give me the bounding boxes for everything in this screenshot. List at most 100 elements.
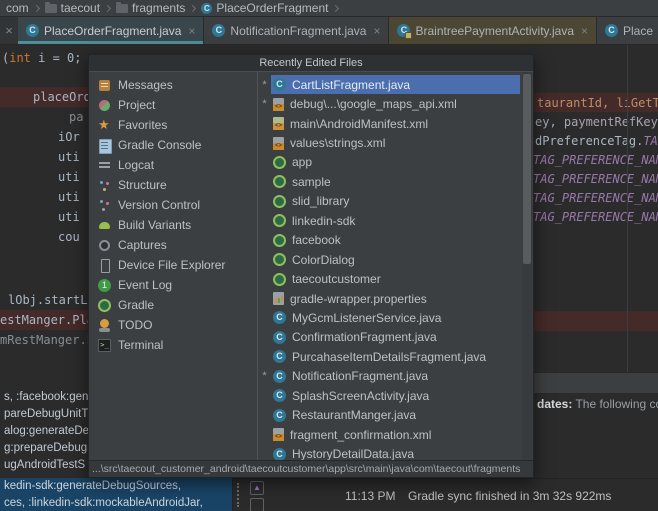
class-icon	[273, 330, 286, 344]
tool-window-structure[interactable]: Structure	[89, 175, 257, 195]
tool-window-logcat[interactable]: Logcat	[89, 155, 257, 175]
project-icon	[98, 99, 111, 112]
tool-window-version-control[interactable]: Version Control	[89, 195, 257, 215]
chevron-right-icon	[189, 4, 197, 12]
gradle-module-icon	[273, 194, 286, 208]
class-icon	[212, 24, 226, 37]
tab-place-partial[interactable]: Place	[597, 17, 658, 44]
code-line: mRestManger.P	[0, 333, 94, 347]
console-selected-line[interactable]: ces, :linkedin-sdk:mockableAndroidJar,	[0, 494, 233, 511]
todo-icon	[98, 318, 111, 332]
code-line: uti	[58, 170, 80, 184]
tab-braintreepaymentactivity-java[interactable]: BraintreePaymentActivity.java ×	[389, 17, 598, 44]
chevron-right-icon	[104, 4, 112, 12]
event-log-panel-header	[533, 372, 658, 394]
event-log-icon	[98, 278, 111, 292]
phone-icon	[98, 258, 111, 273]
file-row[interactable]: HystoryDetailData.java	[258, 444, 533, 460]
tool-window-messages[interactable]: Messages	[89, 75, 257, 95]
file-row[interactable]: RestaurantManger.java	[258, 405, 533, 424]
drag-handle[interactable]	[237, 483, 239, 507]
code-line: dPreferenceTag.TAG	[535, 134, 658, 148]
scroll-to-end-button[interactable]: ▲	[250, 481, 264, 495]
file-row[interactable]: ConfirmationFragment.java	[258, 328, 533, 347]
code-line: TAG_PREFERENCE_NAME	[533, 210, 658, 224]
tool-window-event-log[interactable]: Event Log	[89, 275, 257, 295]
tool-window-gradle-console[interactable]: Gradle Console	[89, 135, 257, 155]
code-line: lObj.startLo	[8, 293, 95, 307]
console-toolbar-button[interactable]	[250, 498, 264, 511]
gradle-module-icon	[273, 175, 286, 189]
breadcrumb-item-taecout[interactable]: taecout	[44, 1, 100, 15]
file-row[interactable]: *NotificationFragment.java	[258, 367, 533, 386]
file-row[interactable]: sample	[258, 172, 533, 191]
console-line: alog:generateDeb	[4, 425, 88, 437]
code-line: TAG_PREFERENCE_NAME	[533, 153, 658, 167]
file-row[interactable]: values\strings.xml	[258, 133, 533, 152]
console-line: s, :facebook:gen	[4, 391, 88, 403]
file-row[interactable]: gradle-wrapper.properties	[258, 289, 533, 308]
file-row[interactable]: linkedin-sdk	[258, 211, 533, 230]
highlighted-line	[533, 311, 658, 331]
code-line: pa	[69, 110, 84, 124]
file-row[interactable]: *CartListFragment.java	[258, 75, 533, 95]
tool-window-gradle[interactable]: Gradle	[89, 295, 257, 315]
breadcrumb-item-com[interactable]: com	[6, 1, 29, 15]
xml-file-icon	[273, 97, 284, 111]
code-line: TAG_PREFERENCE_NAME	[533, 191, 658, 205]
code-line: estManger.Pla	[0, 313, 94, 327]
file-row[interactable]: app	[258, 153, 533, 172]
tool-window-todo[interactable]: TODO	[89, 315, 257, 335]
close-icon[interactable]: ×	[0, 17, 18, 44]
class-icon	[273, 350, 286, 364]
status-time: 11:13 PM	[345, 489, 396, 503]
file-row[interactable]: *debug\...\google_maps_api.xml	[258, 94, 533, 113]
file-row[interactable]: taecoutcustomer	[258, 269, 533, 288]
file-row[interactable]: PurcahaseItemDetailsFragment.java	[258, 347, 533, 366]
file-row[interactable]: facebook	[258, 231, 533, 250]
divider	[232, 478, 233, 511]
captures-icon	[98, 239, 111, 252]
tool-window-project[interactable]: Project	[89, 95, 257, 115]
tool-window-favorites[interactable]: Favorites	[89, 115, 257, 135]
popup-body: Messages Project Favorites Gradle Consol…	[89, 72, 533, 460]
tab-close-icon[interactable]: ×	[581, 24, 588, 38]
scrollbar-thumb[interactable]	[523, 74, 531, 264]
tool-window-captures[interactable]: Captures	[89, 235, 257, 255]
breadcrumb: com taecout fragments PlaceOrderFragment	[0, 0, 658, 17]
tool-window-list: Messages Project Favorites Gradle Consol…	[89, 72, 258, 460]
gradle-console-icon	[98, 138, 112, 154]
code-line: iOr	[58, 130, 80, 144]
console-line: pareDebugUnitT	[4, 408, 88, 420]
modified-marker: *	[262, 98, 267, 111]
breadcrumb-item-placeorderfragment[interactable]: PlaceOrderFragment	[201, 1, 328, 15]
popup-scrollbar[interactable]	[522, 72, 532, 460]
modified-marker: *	[262, 370, 267, 383]
tool-window-build-variants[interactable]: Build Variants	[89, 215, 257, 235]
tab-placeorderfragment-java[interactable]: PlaceOrderFragment.java ×	[18, 17, 205, 44]
xml-file-icon	[273, 428, 284, 442]
recent-files-list: *CartListFragment.java *debug\...\google…	[258, 72, 533, 460]
console-selected-line[interactable]: kedin-sdk:generateDebugSources,	[0, 478, 233, 495]
tab-notificationfragment-java[interactable]: NotificationFragment.java ×	[204, 17, 390, 44]
class-icon	[273, 389, 286, 403]
tool-window-terminal[interactable]: Terminal	[89, 335, 257, 355]
file-row[interactable]: MyGcmListenerService.java	[258, 308, 533, 327]
file-row[interactable]: ColorDialog	[258, 250, 533, 269]
code-line: uti	[58, 210, 80, 224]
file-row[interactable]: fragment_confirmation.xml	[258, 425, 533, 444]
class-locked-icon	[397, 24, 413, 39]
class-icon	[273, 408, 286, 422]
chevron-right-icon	[32, 4, 40, 12]
tab-close-icon[interactable]: ×	[188, 24, 195, 38]
tab-close-icon[interactable]: ×	[373, 24, 380, 38]
class-icon	[605, 24, 619, 37]
breadcrumb-item-fragments[interactable]: fragments	[116, 1, 185, 15]
code-line: ey, paymentRefKey,	[535, 115, 658, 129]
file-row[interactable]: slid_library	[258, 192, 533, 211]
file-row[interactable]: SplashScreenActivity.java	[258, 386, 533, 405]
editor-tab-bar: × PlaceOrderFragment.java × Notification…	[0, 17, 658, 45]
file-row[interactable]: main\AndroidManifest.xml	[258, 114, 533, 133]
class-icon	[201, 2, 213, 14]
tool-window-device-file-explorer[interactable]: Device File Explorer	[89, 255, 257, 275]
